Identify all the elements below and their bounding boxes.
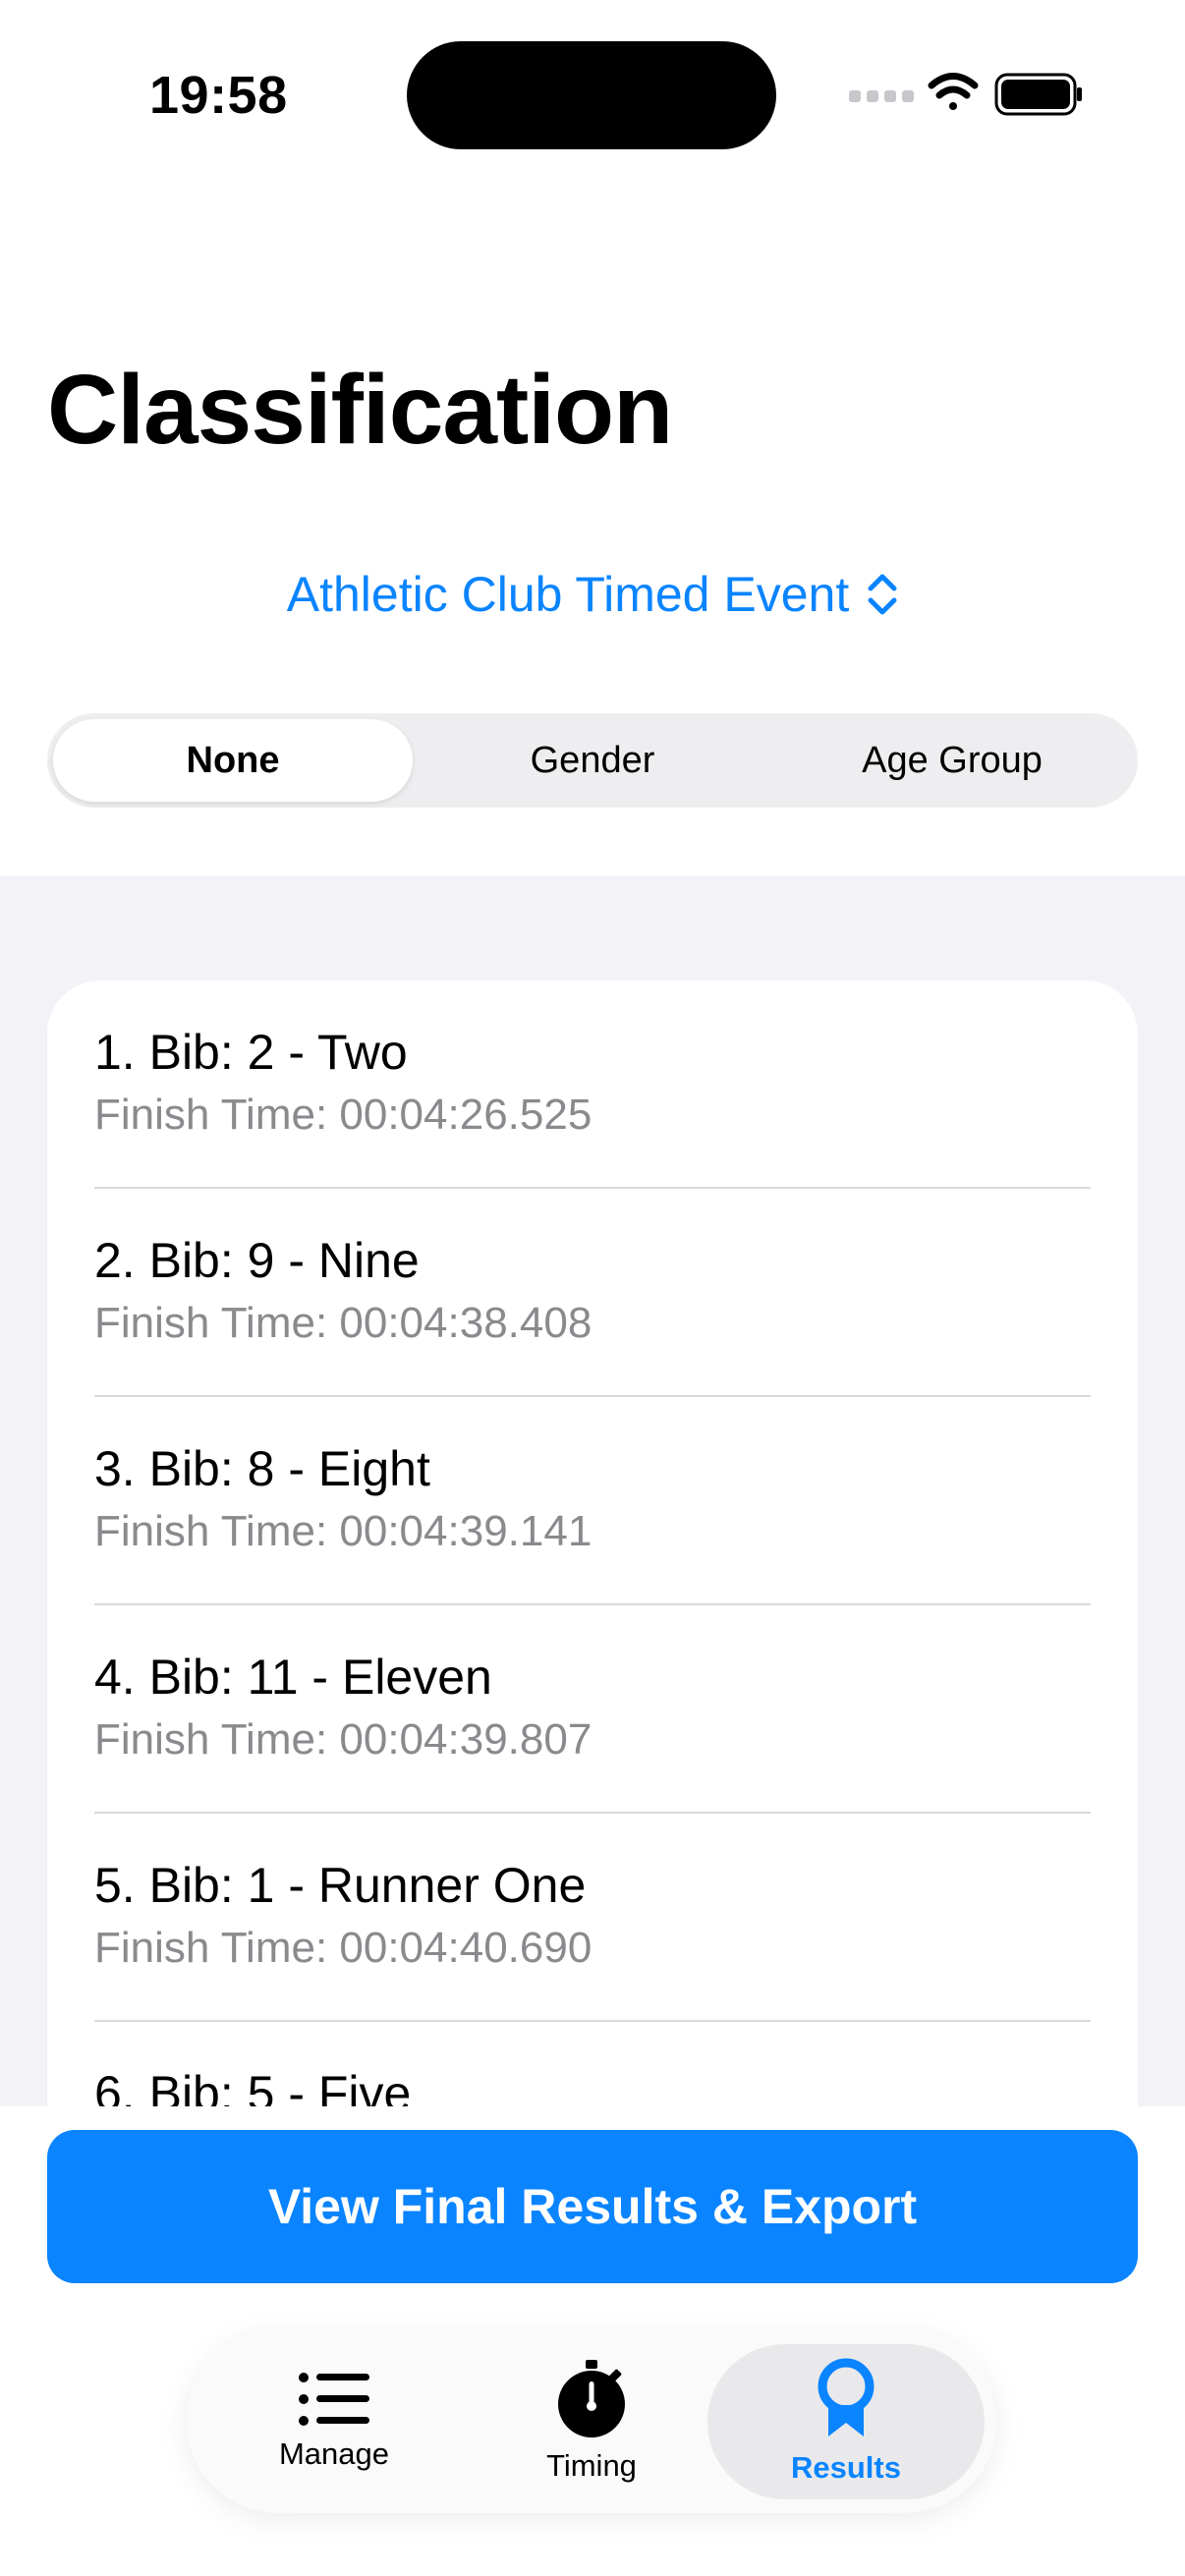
- event-picker[interactable]: Athletic Club Timed Event: [0, 558, 1185, 631]
- wifi-icon: [928, 73, 979, 110]
- result-title: 6. Bib: 5 - Five: [94, 2066, 412, 2106]
- cellular-signal-icon: [849, 90, 914, 102]
- classification-segmented-control: None Gender Age Group: [47, 713, 1138, 808]
- status-icons: [847, 71, 1083, 120]
- tab-timing[interactable]: Timing: [464, 2330, 719, 2513]
- result-title: 3. Bib: 8 - Eight: [94, 1441, 430, 1496]
- tab-bar: Manage Timing Results: [187, 2330, 996, 2513]
- view-final-results-export-button[interactable]: View Final Results & Export: [47, 2130, 1138, 2283]
- classification-screen: 19:58 Classification Athletic Club Timed…: [0, 0, 1185, 2576]
- result-title: 1. Bib: 2 - Two: [94, 1025, 408, 1080]
- result-finish-time: Finish Time: 00:04:38.408: [94, 1299, 592, 1347]
- results-list-background: 1. Bib: 2 - Two Finish Time: 00:04:26.52…: [0, 876, 1185, 2106]
- tab-results-label: Results: [791, 2450, 901, 2485]
- tab-manage[interactable]: Manage: [206, 2330, 462, 2513]
- result-finish-time: Finish Time: 00:04:26.525: [94, 1091, 592, 1139]
- result-finish-time: Finish Time: 00:04:39.807: [94, 1715, 592, 1764]
- stopwatch-icon: [558, 2360, 625, 2437]
- tab-results[interactable]: Results: [707, 2344, 985, 2499]
- segment-gender[interactable]: Gender: [413, 719, 772, 802]
- event-picker-label: Athletic Club Timed Event: [286, 567, 850, 622]
- segment-none[interactable]: None: [53, 719, 413, 802]
- chevron-up-down-icon: [868, 574, 897, 615]
- result-finish-time: Finish Time: 00:04:40.690: [94, 1924, 592, 1972]
- battery-icon: [994, 73, 1082, 116]
- result-row[interactable]: 1. Bib: 2 - Two Finish Time: 00:04:26.52…: [94, 980, 1091, 1189]
- segment-age-group[interactable]: Age Group: [772, 719, 1132, 802]
- result-row[interactable]: 5. Bib: 1 - Runner One Finish Time: 00:0…: [94, 1814, 1091, 2022]
- result-row[interactable]: 2. Bib: 9 - Nine Finish Time: 00:04:38.4…: [94, 1189, 1091, 1397]
- status-time: 19:58: [149, 66, 288, 125]
- page-title: Classification: [47, 355, 673, 465]
- result-row[interactable]: 3. Bib: 8 - Eight Finish Time: 00:04:39.…: [94, 1397, 1091, 1605]
- result-row[interactable]: 4. Bib: 11 - Eleven Finish Time: 00:04:3…: [94, 1605, 1091, 1814]
- results-list[interactable]: 1. Bib: 2 - Two Finish Time: 00:04:26.52…: [47, 980, 1138, 2106]
- result-finish-time: Finish Time: 00:04:39.141: [94, 1507, 592, 1555]
- tab-timing-label: Timing: [546, 2448, 637, 2483]
- ribbon-icon: [818, 2358, 875, 2436]
- result-row[interactable]: 6. Bib: 5 - Five: [94, 2022, 1091, 2106]
- tab-manage-label: Manage: [278, 2436, 390, 2471]
- result-title: 2. Bib: 9 - Nine: [94, 1233, 420, 1288]
- dynamic-island: [407, 41, 776, 149]
- result-title: 4. Bib: 11 - Eleven: [94, 1650, 492, 1705]
- result-title: 5. Bib: 1 - Runner One: [94, 1858, 587, 1913]
- list-icon: [299, 2373, 369, 2426]
